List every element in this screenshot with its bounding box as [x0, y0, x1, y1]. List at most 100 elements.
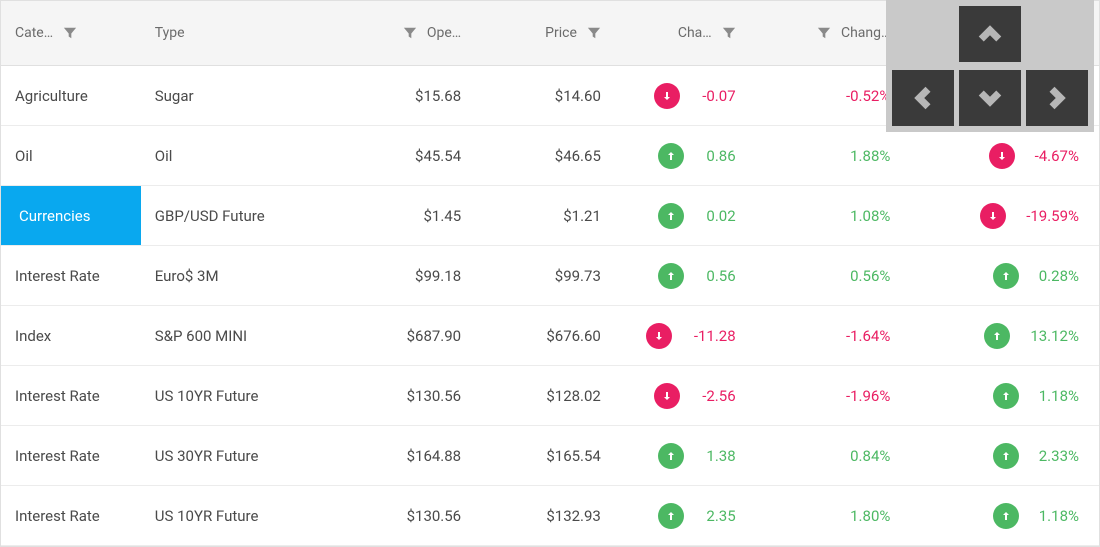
table-row[interactable]: Interest Rate US 10YR Future $130.56$132.9…	[1, 486, 1099, 546]
nav-down-button[interactable]	[959, 70, 1021, 126]
cell-open[interactable]: $130.56	[335, 366, 475, 425]
cell-type[interactable]: US 10YR Future	[141, 486, 336, 545]
cell-type[interactable]: US 10YR Future	[141, 366, 336, 425]
cell-annual[interactable]: -19.59%	[904, 186, 1099, 245]
cell-open[interactable]: $130.56	[335, 486, 475, 545]
cell-open[interactable]: $164.88	[335, 426, 475, 485]
change-value: 1.38	[706, 447, 735, 465]
cell-open[interactable]: $15.68	[335, 66, 475, 125]
cell-change[interactable]: 1.38	[615, 426, 750, 485]
changepct-value: -1.64%	[846, 327, 890, 345]
nav-left-button[interactable]	[892, 70, 954, 126]
cell-type[interactable]: S&P 600 MINI	[141, 306, 336, 365]
changepct-value: 1.80%	[850, 507, 890, 525]
cell-change[interactable]: -0.07	[615, 66, 750, 125]
cell-category[interactable]: Interest Rate	[1, 246, 141, 305]
cell-type[interactable]: Oil	[141, 126, 336, 185]
cell-category[interactable]: Oil	[1, 126, 141, 185]
cell-type[interactable]: GBP/USD Future	[141, 186, 336, 245]
cell-price[interactable]: $46.65	[475, 126, 615, 185]
cell-annual[interactable]: 1.18%	[904, 366, 1099, 425]
cell-price[interactable]: $676.60	[475, 306, 615, 365]
cell-price[interactable]: $14.60	[475, 66, 615, 125]
cell-text: Sugar	[155, 87, 194, 105]
table-row[interactable]: OilOil$45.54$46.650.861.88%-4.67%	[1, 126, 1099, 186]
cell-change[interactable]: 0.02	[615, 186, 750, 245]
nav-right-button[interactable]	[1026, 70, 1088, 126]
table-row[interactable]: CurrenciesGBP/USD Future$1.45$1.210.02 1.…	[1, 186, 1099, 246]
cell-price[interactable]: $99.73	[475, 246, 615, 305]
change-value: -2.56	[702, 387, 735, 405]
changepct-value: 0.84%	[850, 447, 890, 465]
changepct-value: 1.08%	[850, 207, 890, 225]
filter-icon[interactable]	[587, 26, 601, 40]
cell-open[interactable]: $1.45	[335, 186, 475, 245]
header-price[interactable]: Price	[475, 1, 615, 65]
cell-type[interactable]: Sugar	[141, 66, 336, 125]
cell-price[interactable]: $128.02	[475, 366, 615, 425]
cell-changepct[interactable]: 0.84%	[750, 426, 905, 485]
cell-text: US 10YR Future	[155, 507, 259, 525]
cell-annual[interactable]: -4.67%	[904, 126, 1099, 185]
table-row[interactable]: IndexS&P 600 MINI$687.90 $676.60 -11.28 -1.…	[1, 306, 1099, 366]
header-label: Ope…	[427, 25, 461, 41]
table-row[interactable]: Interest RateUS 10YR Future$130.56$128.0…	[1, 366, 1099, 426]
table-row[interactable]: Interest Rate US 30YR Future $164.88 $165.5…	[1, 426, 1099, 486]
cell-annual[interactable]: 1.18%	[904, 486, 1099, 545]
header-category[interactable]: Cate…	[1, 1, 141, 65]
grid-body: Agriculture Sugar $15.68 $14.60 -0.07-0.52% O…	[1, 66, 1099, 546]
filter-icon[interactable]	[63, 26, 77, 40]
cell-category[interactable]: Index	[1, 306, 141, 365]
header-changepct[interactable]: Chang…	[750, 1, 905, 65]
cell-text: $14.60	[555, 87, 601, 105]
cell-text: Oil	[15, 147, 33, 165]
cell-change[interactable]: 0.86	[615, 126, 750, 185]
filter-icon[interactable]	[722, 26, 736, 40]
cell-changepct[interactable]: 1.88%	[750, 126, 905, 185]
cell-change[interactable]: 0.56	[615, 246, 750, 305]
cell-text: $676.60	[546, 327, 601, 345]
nav-up-button[interactable]	[959, 6, 1021, 62]
cell-open[interactable]: $687.90	[335, 306, 475, 365]
cell-change[interactable]: -11.28	[615, 306, 750, 365]
cell-price[interactable]: $1.21	[475, 186, 615, 245]
cell-change[interactable]: 2.35	[615, 486, 750, 545]
cell-annual[interactable]: 0.28%	[904, 246, 1099, 305]
cell-category[interactable]: Interest Rate	[1, 486, 141, 545]
cell-type[interactable]: Euro$ 3M	[141, 246, 336, 305]
cell-open[interactable]: $45.54	[335, 126, 475, 185]
arrow-up-icon	[658, 443, 684, 469]
cell-category[interactable]: Interest Rate	[1, 366, 141, 425]
cell-text: $165.54	[546, 447, 601, 465]
header-open[interactable]: Ope…	[335, 1, 475, 65]
filter-icon[interactable]	[403, 26, 417, 40]
cell-annual[interactable]: 13.12%	[904, 306, 1099, 365]
cell-price[interactable]: $165.54	[475, 426, 615, 485]
cell-annual[interactable]: 2.33%	[904, 426, 1099, 485]
header-label: Chang…	[841, 25, 890, 41]
cell-changepct[interactable]: 0.56%	[750, 246, 905, 305]
cell-changepct[interactable]: -1.96%	[750, 366, 905, 425]
table-row[interactable]: Interest RateEuro$ 3M$99.18$99.730.560.5…	[1, 246, 1099, 306]
arrow-down-icon	[654, 83, 680, 109]
cell-changepct[interactable]: -0.52%	[750, 66, 905, 125]
filter-icon[interactable]	[817, 26, 831, 40]
cell-price[interactable]: $132.93	[475, 486, 615, 545]
cell-changepct[interactable]: 1.08%	[750, 186, 905, 245]
cell-text: US 30YR Future	[155, 447, 259, 465]
annual-value: 13.12%	[1030, 327, 1079, 345]
arrow-down-icon	[989, 143, 1015, 169]
annual-value: -19.59%	[1026, 207, 1079, 225]
cell-category[interactable]: Agriculture	[1, 66, 141, 125]
cell-type[interactable]: US 30YR Future	[141, 426, 336, 485]
header-change[interactable]: Cha…	[615, 1, 750, 65]
arrow-down-icon	[980, 203, 1006, 229]
cell-changepct[interactable]: 1.80%	[750, 486, 905, 545]
header-type[interactable]: Type	[141, 1, 336, 65]
cell-open[interactable]: $99.18	[335, 246, 475, 305]
cell-category[interactable]: Interest Rate	[1, 426, 141, 485]
cell-change[interactable]: -2.56	[615, 366, 750, 425]
annual-value: 0.28%	[1039, 267, 1079, 285]
cell-changepct[interactable]: -1.64%	[750, 306, 905, 365]
cell-category[interactable]: Currencies	[1, 186, 141, 245]
